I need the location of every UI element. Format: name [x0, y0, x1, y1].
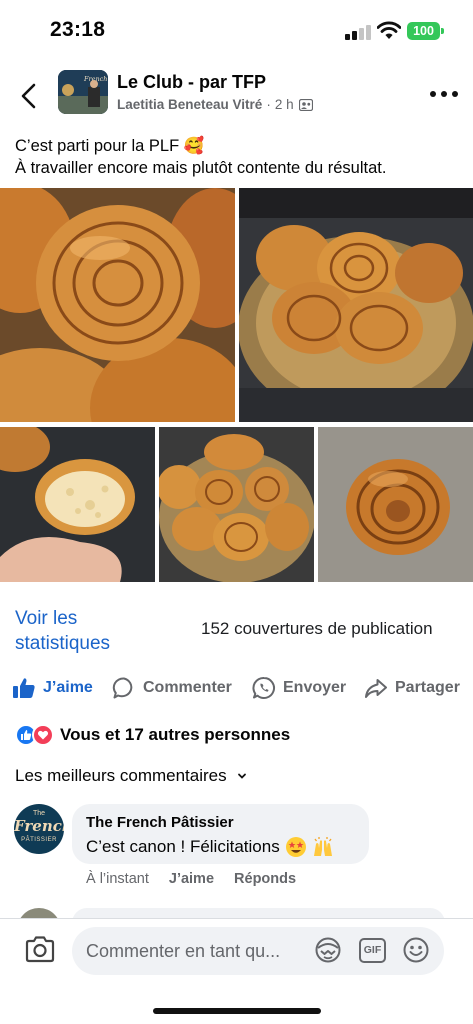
star-struck-emoji [285, 837, 306, 857]
croissants-closeup-photo[interactable] [0, 188, 235, 422]
comments-sort-label: Les meilleurs commentaires [15, 766, 227, 785]
chevron-down-icon [237, 773, 246, 779]
comment-reply-button[interactable]: Réponds [234, 871, 296, 887]
battery-indicator: 100 [407, 22, 440, 40]
more-options-icon[interactable] [430, 86, 458, 102]
like-button[interactable]: J’aime [12, 673, 93, 703]
home-indicator [153, 1008, 321, 1014]
status-time: 23:18 [50, 18, 106, 41]
reactions-text: Vous et 17 autres personnes [60, 725, 291, 744]
post-reach: 152 couvertures de publication [201, 619, 433, 638]
post-text-line: À travailler encore mais plutôt contente… [15, 159, 387, 177]
comment-bubble[interactable]: The French Pâtissier C’est canon ! Félic… [72, 804, 369, 864]
battery-tip [441, 28, 444, 34]
love-reaction-icon [32, 724, 54, 746]
raised-hands-emoji [313, 837, 332, 856]
meta-separator: · [266, 97, 271, 112]
post-author[interactable]: Laetitia Beneteau Vitré [117, 97, 262, 112]
comment-actions: À l’instant J’aime Réponds [86, 871, 316, 887]
wifi-icon [377, 21, 401, 39]
post-meta: Laetitia Beneteau Vitré · 2 h [117, 97, 313, 112]
view-statistics-link[interactable]: Voir les statistiques [15, 606, 175, 656]
back-chevron-icon[interactable] [14, 80, 44, 112]
croissant-crumb-cut-photo[interactable] [0, 427, 155, 582]
group-members-icon [298, 98, 313, 111]
comment-button[interactable]: Commenter [112, 673, 232, 703]
like-label: J’aime [43, 679, 93, 696]
commenter-avatar[interactable]: The French PÂTISSIER [14, 804, 64, 854]
avatar-text-middle: French [14, 817, 64, 835]
thumbs-up-icon [13, 678, 35, 698]
send-button[interactable]: Envoyer [252, 673, 346, 703]
croissants-bowl-photo[interactable] [239, 188, 473, 422]
croissants-tray-photo[interactable] [159, 427, 314, 582]
reactions-summary[interactable]: Vous et 17 autres personnes [15, 724, 290, 746]
avatar-text-top: The [32, 810, 46, 817]
comment-time: À l’instant [86, 871, 149, 887]
single-croissant-photo[interactable] [318, 427, 473, 582]
share-arrow-icon [365, 679, 387, 698]
comment-author[interactable]: The French Pâtissier [86, 814, 355, 831]
whatsapp-icon [252, 677, 275, 699]
group-name[interactable]: Le Club - par TFP [117, 72, 266, 93]
emoji-icon[interactable] [402, 936, 430, 964]
status-bar: 23:18 100 [0, 0, 473, 60]
comment-label: Commenter [143, 679, 232, 696]
comments-sort-dropdown[interactable]: Les meilleurs commentaires [15, 766, 247, 786]
comment-bubble-icon [112, 677, 133, 699]
share-button[interactable]: Partager [364, 673, 460, 703]
avatar-text-bottom: PÂTISSIER [21, 837, 57, 843]
group-avatar-image: French CLUB [58, 70, 108, 114]
cellular-signal-icon [345, 24, 371, 40]
send-label: Envoyer [283, 679, 347, 696]
avatar-sticker-icon[interactable] [314, 936, 342, 964]
post-text-line: C’est parti pour la PLF 🥰 [15, 137, 205, 155]
post-time[interactable]: 2 h [275, 97, 294, 112]
share-label: Partager [395, 679, 460, 696]
comment-input-placeholder: Commenter en tant qu... [86, 941, 281, 961]
post-text: C’est parti pour la PLF 🥰 À travailler e… [15, 135, 465, 179]
comment-like-button[interactable]: J’aime [169, 871, 214, 887]
gif-icon[interactable]: GIF [359, 938, 386, 963]
group-avatar[interactable]: French CLUB [58, 70, 108, 114]
comment-text: C’est canon ! Félicitations [86, 837, 280, 856]
camera-icon[interactable] [24, 934, 56, 964]
comment-text-row: C’est canon ! Félicitations [86, 836, 355, 858]
